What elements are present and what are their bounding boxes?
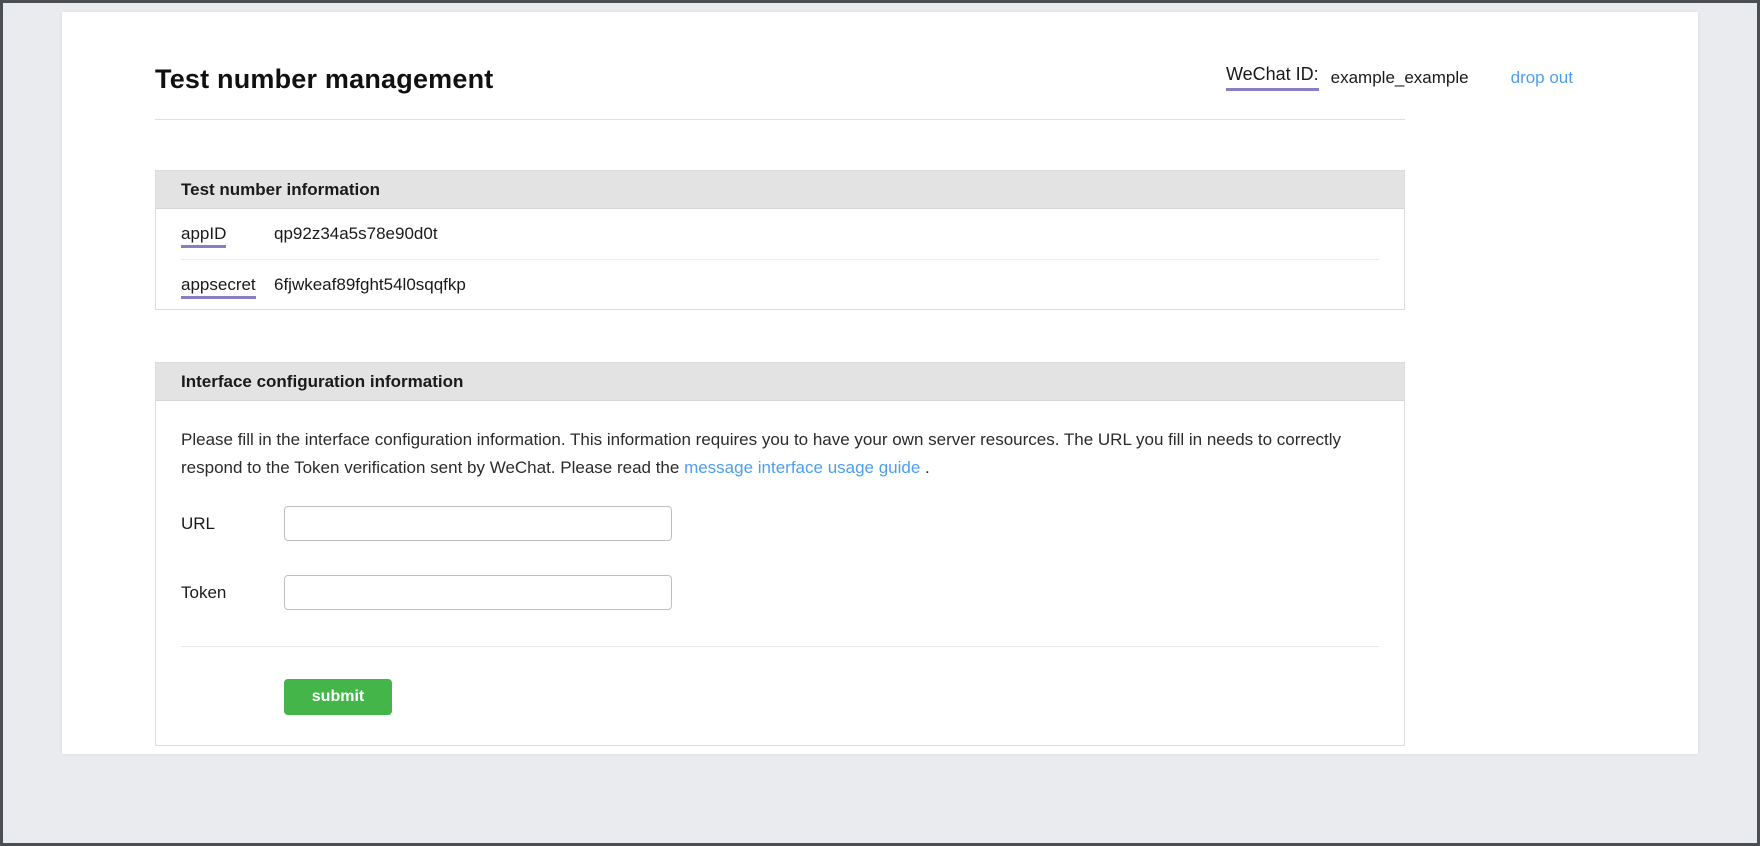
drop-out-link[interactable]: drop out xyxy=(1511,68,1573,88)
main-card: Test number management WeChat ID: exampl… xyxy=(62,12,1698,754)
test-number-info-header: Test number information xyxy=(156,171,1404,209)
message-interface-usage-guide-link[interactable]: message interface usage guide xyxy=(684,458,920,477)
appsecret-label: appsecret xyxy=(181,275,256,299)
token-label: Token xyxy=(181,583,284,603)
submit-button[interactable]: submit xyxy=(284,679,392,715)
wechat-id-label: WeChat ID: xyxy=(1226,64,1319,91)
test-number-info-section: Test number information appID qp92z34a5s… xyxy=(155,170,1405,310)
account-info: WeChat ID: example_example drop out xyxy=(1226,64,1573,95)
wechat-id-value: example_example xyxy=(1331,68,1469,88)
token-form-row: Token xyxy=(181,575,1379,610)
page-header: Test number management WeChat ID: exampl… xyxy=(155,12,1573,95)
interface-config-header: Interface configuration information xyxy=(156,363,1404,401)
appsecret-row: appsecret 6fjwkeaf89fght54l0sqqfkp xyxy=(181,259,1379,309)
config-description: Please fill in the interface configurati… xyxy=(181,426,1379,482)
url-label: URL xyxy=(181,514,284,534)
title-divider xyxy=(155,119,1405,120)
appsecret-value: 6fjwkeaf89fght54l0sqqfkp xyxy=(274,275,466,295)
url-form-row: URL xyxy=(181,506,1379,541)
config-description-suffix: . xyxy=(920,458,929,477)
appid-label-cell: appID xyxy=(181,224,274,244)
form-divider xyxy=(181,646,1379,647)
appid-label: appID xyxy=(181,224,226,248)
interface-config-section: Interface configuration information Plea… xyxy=(155,362,1405,746)
appid-row: appID qp92z34a5s78e90d0t xyxy=(181,209,1379,259)
page-background: { "page_title": "Test number management"… xyxy=(0,0,1760,846)
submit-row: submit xyxy=(181,679,1379,715)
appid-value: qp92z34a5s78e90d0t xyxy=(274,224,438,244)
url-input[interactable] xyxy=(284,506,672,541)
token-input[interactable] xyxy=(284,575,672,610)
interface-config-body: Please fill in the interface configurati… xyxy=(156,401,1404,745)
page-title: Test number management xyxy=(155,64,493,95)
appsecret-label-cell: appsecret xyxy=(181,275,274,295)
